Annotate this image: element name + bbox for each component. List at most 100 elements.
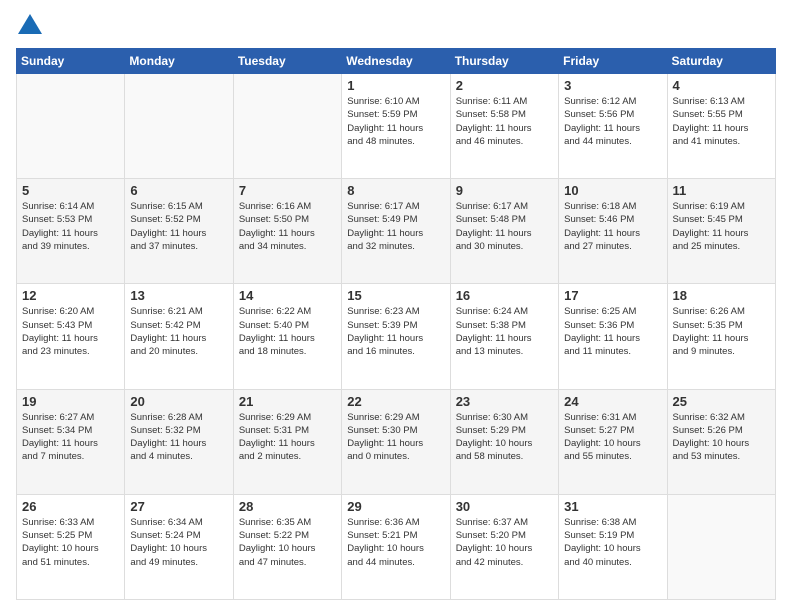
calendar-cell: 20Sunrise: 6:28 AM Sunset: 5:32 PM Dayli… <box>125 389 233 494</box>
weekday-header: Sunday <box>17 49 125 74</box>
day-info: Sunrise: 6:31 AM Sunset: 5:27 PM Dayligh… <box>564 411 661 464</box>
day-info: Sunrise: 6:21 AM Sunset: 5:42 PM Dayligh… <box>130 305 227 358</box>
day-info: Sunrise: 6:20 AM Sunset: 5:43 PM Dayligh… <box>22 305 119 358</box>
day-info: Sunrise: 6:10 AM Sunset: 5:59 PM Dayligh… <box>347 95 444 148</box>
calendar-cell: 14 Sunrise: 6:22 AM Sunset: 5:40 PM Dayli… <box>233 284 341 389</box>
calendar-cell <box>17 74 125 179</box>
calendar-cell <box>667 494 775 599</box>
day-info: Sunrise: 6:12 AM Sunset: 5:56 PM Dayligh… <box>564 95 661 148</box>
header <box>16 12 776 40</box>
calendar-cell: 24 Sunrise: 6:31 AM Sunset: 5:27 PM Dayli… <box>559 389 667 494</box>
calendar-cell: 7 Sunrise: 6:16 AM Sunset: 5:50 PM Daylig… <box>233 179 341 284</box>
calendar-cell: 23 Sunrise: 6:30 AM Sunset: 5:29 PM Dayli… <box>450 389 558 494</box>
day-number: 1 <box>347 78 444 93</box>
day-info: Sunrise: 6:33 AM Sunset: 5:25 PM Dayligh… <box>22 516 119 569</box>
calendar-week-row: 19 Sunrise: 6:27 AM Sunset: 5:34 PM Dayli… <box>17 389 776 494</box>
day-info: Sunrise: 6:26 AM Sunset: 5:35 PM Dayligh… <box>673 305 770 358</box>
day-number: 21 <box>239 394 336 409</box>
day-info: Sunrise: 6:18 AM Sunset: 5:46 PM Dayligh… <box>564 200 661 253</box>
day-info: Sunrise: 6:32 AM Sunset: 5:26 PM Dayligh… <box>673 411 770 464</box>
day-number: 14 <box>239 288 336 303</box>
calendar-cell: 11 Sunrise: 6:19 AM Sunset: 5:45 PM Dayli… <box>667 179 775 284</box>
day-number: 31 <box>564 499 661 514</box>
weekday-header: Wednesday <box>342 49 450 74</box>
day-number: 8 <box>347 183 444 198</box>
calendar-cell: 28Sunrise: 6:35 AM Sunset: 5:22 PM Dayli… <box>233 494 341 599</box>
day-number: 7 <box>239 183 336 198</box>
day-number: 15 <box>347 288 444 303</box>
day-number: 11 <box>673 183 770 198</box>
day-number: 12 <box>22 288 119 303</box>
calendar-cell: 19 Sunrise: 6:27 AM Sunset: 5:34 PM Dayli… <box>17 389 125 494</box>
day-number: 28 <box>239 499 336 514</box>
day-number: 5 <box>22 183 119 198</box>
calendar-cell: 29 Sunrise: 6:36 AM Sunset: 5:21 PM Dayli… <box>342 494 450 599</box>
calendar-cell: 18Sunrise: 6:26 AM Sunset: 5:35 PM Dayli… <box>667 284 775 389</box>
calendar-cell: 1 Sunrise: 6:10 AM Sunset: 5:59 PM Daylig… <box>342 74 450 179</box>
day-info: Sunrise: 6:22 AM Sunset: 5:40 PM Dayligh… <box>239 305 336 358</box>
calendar-table: SundayMondayTuesdayWednesdayThursdayFrid… <box>16 48 776 600</box>
day-info: Sunrise: 6:29 AM Sunset: 5:31 PM Dayligh… <box>239 411 336 464</box>
day-number: 25 <box>673 394 770 409</box>
day-info: Sunrise: 6:11 AM Sunset: 5:58 PM Dayligh… <box>456 95 553 148</box>
calendar-header-row: SundayMondayTuesdayWednesdayThursdayFrid… <box>17 49 776 74</box>
day-number: 17 <box>564 288 661 303</box>
calendar-cell: 10 Sunrise: 6:18 AM Sunset: 5:46 PM Dayli… <box>559 179 667 284</box>
calendar-cell: 21 Sunrise: 6:29 AM Sunset: 5:31 PM Dayli… <box>233 389 341 494</box>
logo-icon <box>16 12 44 40</box>
calendar-cell: 17 Sunrise: 6:25 AM Sunset: 5:36 PM Dayli… <box>559 284 667 389</box>
calendar-cell: 5 Sunrise: 6:14 AM Sunset: 5:53 PM Daylig… <box>17 179 125 284</box>
weekday-header: Friday <box>559 49 667 74</box>
day-info: Sunrise: 6:29 AM Sunset: 5:30 PM Dayligh… <box>347 411 444 464</box>
day-info: Sunrise: 6:15 AM Sunset: 5:52 PM Dayligh… <box>130 200 227 253</box>
calendar-cell: 31 Sunrise: 6:38 AM Sunset: 5:19 PM Dayli… <box>559 494 667 599</box>
calendar-cell: 15 Sunrise: 6:23 AM Sunset: 5:39 PM Dayli… <box>342 284 450 389</box>
calendar-cell <box>125 74 233 179</box>
day-number: 19 <box>22 394 119 409</box>
day-number: 6 <box>130 183 227 198</box>
calendar-cell: 8 Sunrise: 6:17 AM Sunset: 5:49 PM Daylig… <box>342 179 450 284</box>
calendar-cell: 16Sunrise: 6:24 AM Sunset: 5:38 PM Dayli… <box>450 284 558 389</box>
day-info: Sunrise: 6:27 AM Sunset: 5:34 PM Dayligh… <box>22 411 119 464</box>
page: SundayMondayTuesdayWednesdayThursdayFrid… <box>0 0 792 612</box>
day-info: Sunrise: 6:16 AM Sunset: 5:50 PM Dayligh… <box>239 200 336 253</box>
day-number: 30 <box>456 499 553 514</box>
calendar-cell: 22 Sunrise: 6:29 AM Sunset: 5:30 PM Dayli… <box>342 389 450 494</box>
weekday-header: Thursday <box>450 49 558 74</box>
day-number: 27 <box>130 499 227 514</box>
day-info: Sunrise: 6:19 AM Sunset: 5:45 PM Dayligh… <box>673 200 770 253</box>
calendar-cell: 12 Sunrise: 6:20 AM Sunset: 5:43 PM Dayli… <box>17 284 125 389</box>
day-info: Sunrise: 6:17 AM Sunset: 5:49 PM Dayligh… <box>347 200 444 253</box>
day-info: Sunrise: 6:13 AM Sunset: 5:55 PM Dayligh… <box>673 95 770 148</box>
calendar-cell: 13Sunrise: 6:21 AM Sunset: 5:42 PM Dayli… <box>125 284 233 389</box>
day-info: Sunrise: 6:25 AM Sunset: 5:36 PM Dayligh… <box>564 305 661 358</box>
calendar-cell: 4 Sunrise: 6:13 AM Sunset: 5:55 PM Daylig… <box>667 74 775 179</box>
day-number: 24 <box>564 394 661 409</box>
day-number: 23 <box>456 394 553 409</box>
day-info: Sunrise: 6:36 AM Sunset: 5:21 PM Dayligh… <box>347 516 444 569</box>
calendar-cell: 30 Sunrise: 6:37 AM Sunset: 5:20 PM Dayli… <box>450 494 558 599</box>
logo <box>16 12 48 40</box>
day-number: 4 <box>673 78 770 93</box>
day-info: Sunrise: 6:24 AM Sunset: 5:38 PM Dayligh… <box>456 305 553 358</box>
day-info: Sunrise: 6:38 AM Sunset: 5:19 PM Dayligh… <box>564 516 661 569</box>
calendar-cell: 9 Sunrise: 6:17 AM Sunset: 5:48 PM Daylig… <box>450 179 558 284</box>
day-info: Sunrise: 6:30 AM Sunset: 5:29 PM Dayligh… <box>456 411 553 464</box>
calendar-cell: 3 Sunrise: 6:12 AM Sunset: 5:56 PM Daylig… <box>559 74 667 179</box>
weekday-header: Monday <box>125 49 233 74</box>
day-number: 2 <box>456 78 553 93</box>
weekday-header: Tuesday <box>233 49 341 74</box>
day-number: 10 <box>564 183 661 198</box>
day-number: 29 <box>347 499 444 514</box>
day-number: 9 <box>456 183 553 198</box>
day-number: 20 <box>130 394 227 409</box>
day-info: Sunrise: 6:17 AM Sunset: 5:48 PM Dayligh… <box>456 200 553 253</box>
day-number: 3 <box>564 78 661 93</box>
day-info: Sunrise: 6:23 AM Sunset: 5:39 PM Dayligh… <box>347 305 444 358</box>
day-info: Sunrise: 6:37 AM Sunset: 5:20 PM Dayligh… <box>456 516 553 569</box>
day-info: Sunrise: 6:14 AM Sunset: 5:53 PM Dayligh… <box>22 200 119 253</box>
calendar-cell: 6 Sunrise: 6:15 AM Sunset: 5:52 PM Daylig… <box>125 179 233 284</box>
day-number: 22 <box>347 394 444 409</box>
calendar-week-row: 12 Sunrise: 6:20 AM Sunset: 5:43 PM Dayli… <box>17 284 776 389</box>
calendar-cell: 25 Sunrise: 6:32 AM Sunset: 5:26 PM Dayli… <box>667 389 775 494</box>
